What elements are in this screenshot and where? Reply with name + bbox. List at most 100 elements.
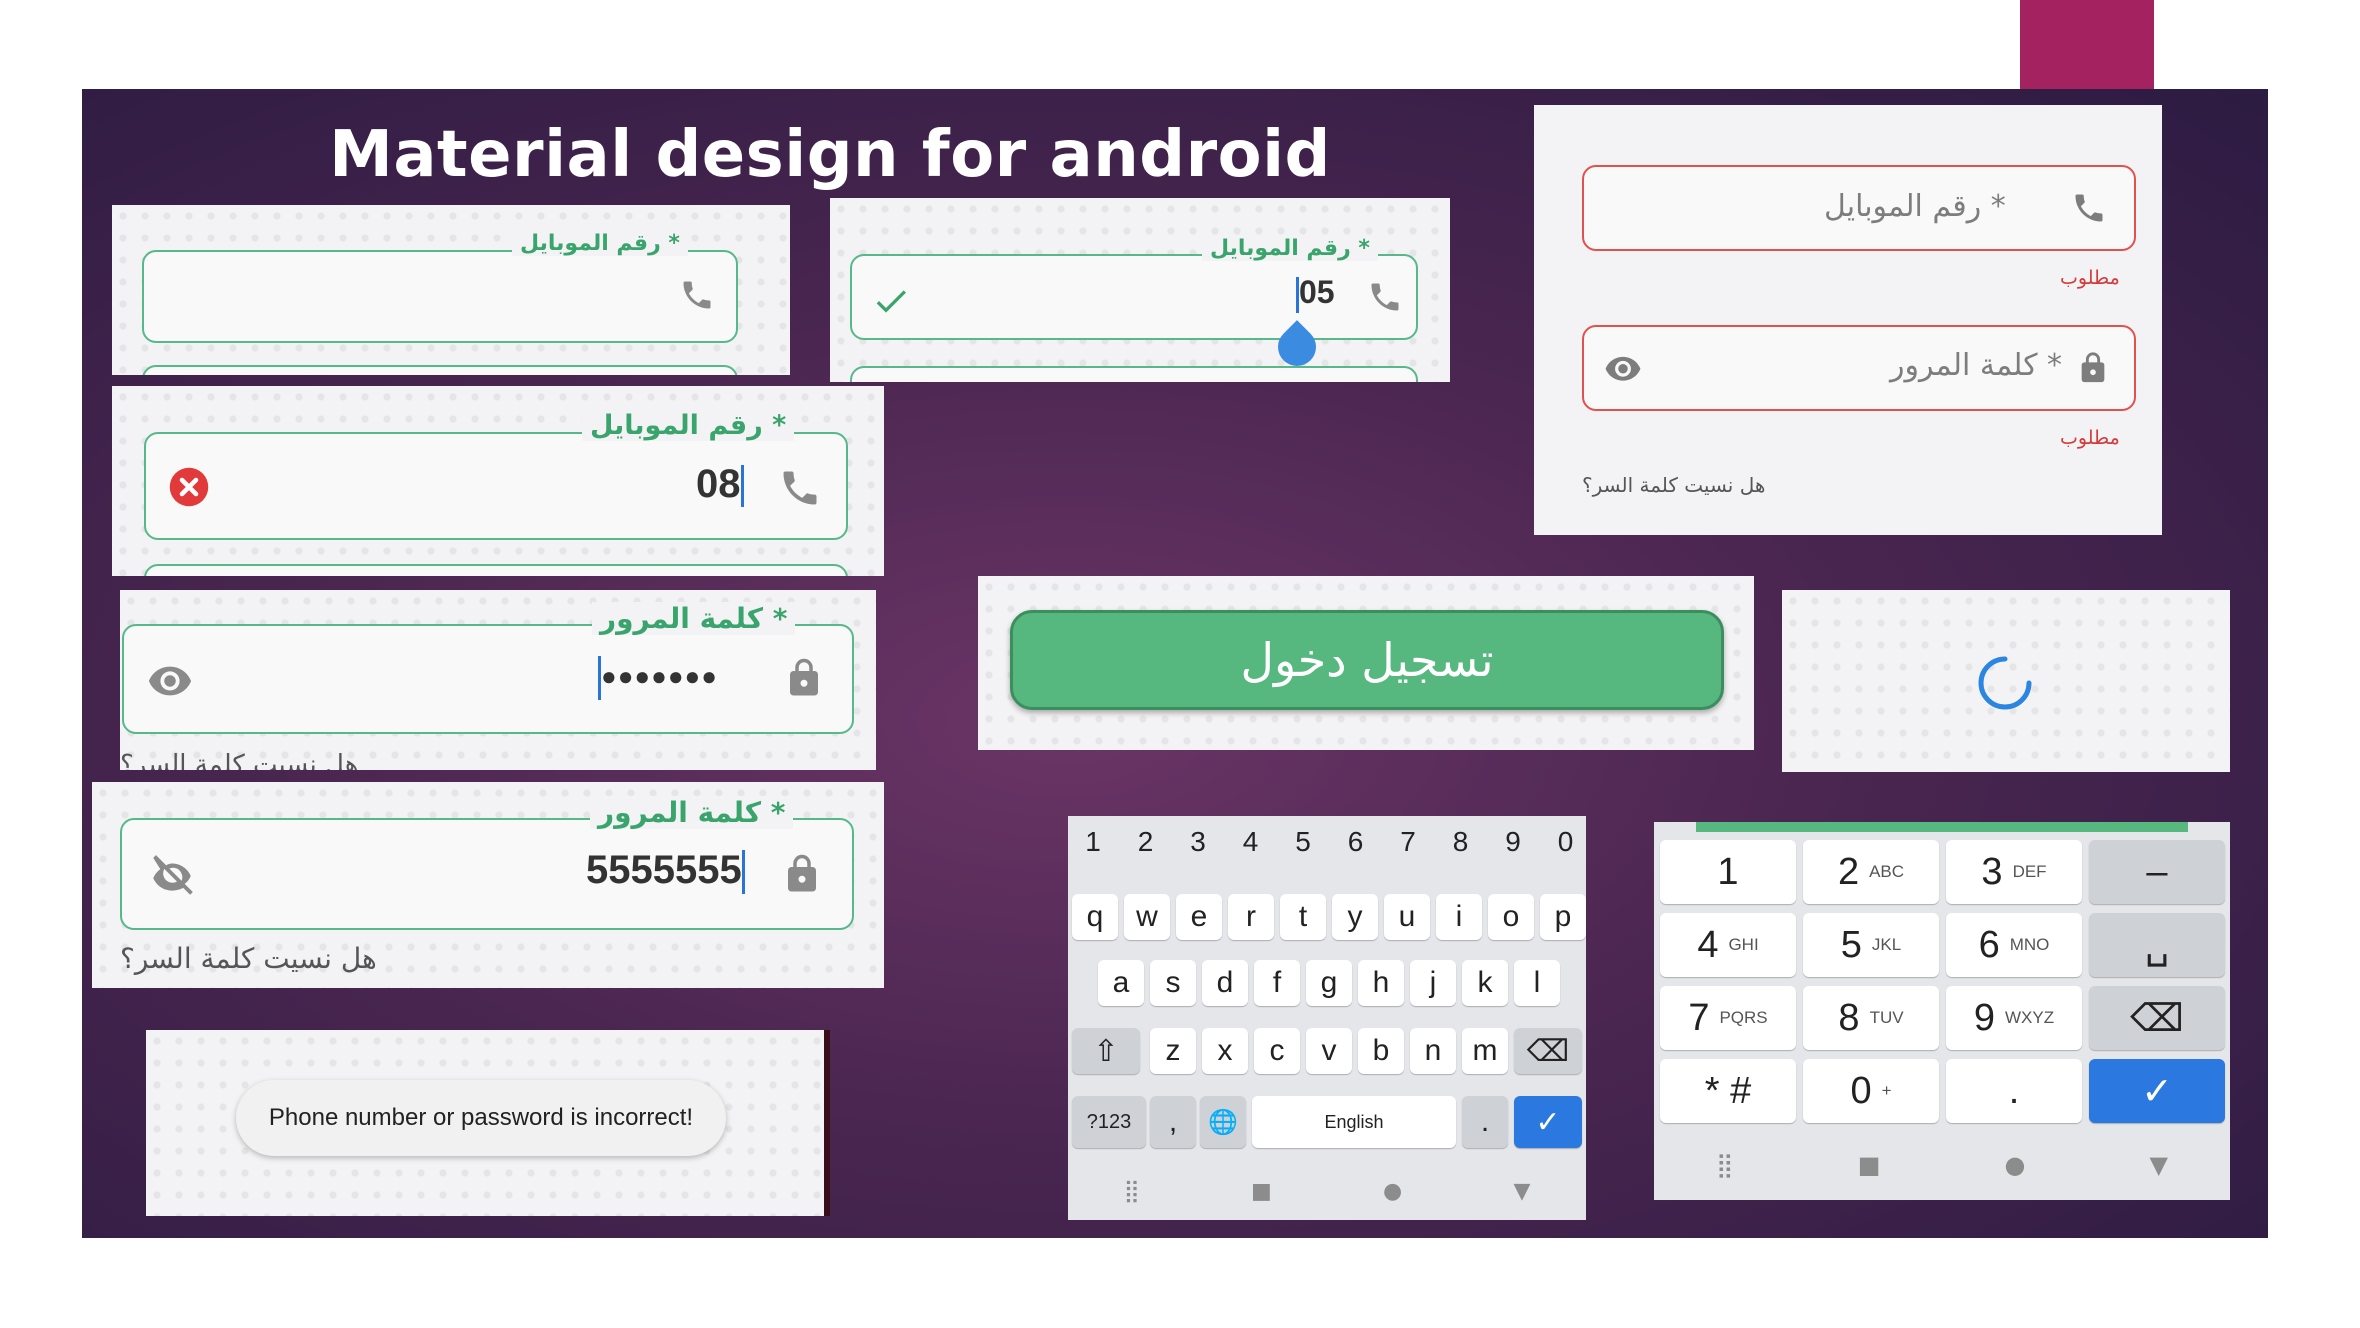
numpad-key[interactable]: 6 MNO [1946, 913, 2082, 977]
numpad-key[interactable]: 2 ABC [1803, 840, 1939, 904]
password-hidden-input[interactable] [122, 624, 854, 734]
numeric-keypad: 1 2 ABC 3 DEF – 4 GHI 5 JKL 6 MNO ␣ 7 PQRS 8 TUV 9 WXYZ ⌫ * … [1654, 822, 2230, 1200]
letter-key[interactable]: z [1150, 1028, 1196, 1074]
shift-key-icon[interactable]: ⇧ [1072, 1028, 1140, 1074]
symbols-key[interactable]: ?123 [1072, 1096, 1146, 1148]
required-form-card: * رقم الموبايل مطلوب * كلمة المرور مطلوب… [1534, 105, 2162, 535]
letter-key[interactable]: e [1176, 894, 1222, 940]
backspace-key-icon[interactable]: ⌫ [2089, 986, 2225, 1050]
letter-key[interactable]: k [1462, 960, 1508, 1006]
letter-key[interactable]: g [1306, 960, 1352, 1006]
numpad-key[interactable]: 4 GHI [1660, 913, 1796, 977]
letter-key[interactable]: x [1202, 1028, 1248, 1074]
forgot-password-link[interactable]: هل نسيت كلمة السر؟ [120, 942, 377, 975]
password-hidden-value: ●●●●●●● [598, 656, 718, 700]
home-icon[interactable]: ● [2004, 1151, 2025, 1179]
phone-error-value: 08 [696, 462, 744, 508]
phone-field-card: * رقم الموبايل [112, 205, 790, 375]
numpad-key[interactable]: * # [1660, 1059, 1796, 1123]
space-key[interactable]: English [1252, 1096, 1456, 1148]
system-nav-bar: ⣿ ■ ● ▼ [1654, 1140, 2230, 1190]
letter-key[interactable]: j [1410, 960, 1456, 1006]
keyboard-hide-icon[interactable]: ⣿ [1716, 1151, 1734, 1179]
letter-key[interactable]: p [1540, 894, 1586, 940]
space-key-icon[interactable]: ␣ [2089, 913, 2225, 977]
numpad-key[interactable]: 1 [1660, 840, 1796, 904]
password-hidden-label: * كلمة المرور [592, 602, 796, 635]
password-visible-value: 5555555 [586, 848, 745, 895]
back-icon[interactable]: ▼ [2149, 1151, 2167, 1179]
numpad-key[interactable]: . [1946, 1059, 2082, 1123]
letter-key[interactable]: f [1254, 960, 1300, 1006]
number-key[interactable]: 4 [1234, 826, 1268, 858]
numpad-key[interactable]: 5 JKL [1803, 913, 1939, 977]
next-field-edge [850, 366, 1418, 382]
number-key[interactable]: 0 [1549, 826, 1583, 858]
numpad-key[interactable]: 7 PQRS [1660, 986, 1796, 1050]
qwerty-keyboard: 1 2 3 4 5 6 7 8 9 0 q w e r t y u i o p a s d f g h j k l ⇧ z x c v b n m ⌫ ?1… [1068, 816, 1586, 1220]
number-key[interactable]: 9 [1496, 826, 1530, 858]
number-key[interactable]: 1 [1076, 826, 1110, 858]
letter-key[interactable]: o [1488, 894, 1534, 940]
back-icon[interactable]: ▼ [1513, 1179, 1530, 1204]
letter-key[interactable]: i [1436, 894, 1482, 940]
letter-key[interactable]: r [1228, 894, 1274, 940]
number-key[interactable]: 2 [1129, 826, 1163, 858]
letter-key[interactable]: s [1150, 960, 1196, 1006]
recent-apps-icon[interactable]: ■ [1858, 1151, 1881, 1179]
password-required-placeholder: * كلمة المرور [1890, 348, 2063, 383]
letter-key[interactable]: l [1514, 960, 1560, 1006]
letter-key[interactable]: b [1358, 1028, 1404, 1074]
letter-key[interactable]: c [1254, 1028, 1300, 1074]
number-key[interactable]: 7 [1391, 826, 1425, 858]
letter-key[interactable]: d [1202, 960, 1248, 1006]
period-key[interactable]: . [1462, 1096, 1508, 1148]
phone-required-placeholder: * رقم الموبايل [1824, 189, 2006, 224]
home-icon[interactable]: ● [1383, 1179, 1402, 1204]
recent-apps-icon[interactable]: ■ [1251, 1179, 1272, 1204]
numpad-key[interactable]: 9 WXYZ [1946, 986, 2082, 1050]
phone-valid-value: 05 [1296, 274, 1335, 313]
password-required-error: مطلوب [2060, 427, 2120, 449]
loading-spinner-icon [1972, 650, 2038, 716]
letter-key[interactable]: n [1410, 1028, 1456, 1074]
phone-input[interactable] [142, 250, 738, 343]
letter-key[interactable]: t [1280, 894, 1326, 940]
number-key[interactable]: 8 [1444, 826, 1478, 858]
forgot-password-link[interactable]: هل نسيت كلمة السر؟ [120, 750, 358, 770]
letter-key[interactable]: w [1124, 894, 1170, 940]
numpad-key[interactable]: 3 DEF [1946, 840, 2082, 904]
enter-key-icon[interactable]: ✓ [2089, 1059, 2225, 1123]
enter-key-icon[interactable]: ✓ [1514, 1096, 1582, 1148]
numpad-key[interactable]: 8 TUV [1803, 986, 1939, 1050]
number-key[interactable]: 5 [1286, 826, 1320, 858]
password-hidden-card: * كلمة المرور ●●●●●●● هل نسيت كلمة السر؟ [120, 590, 876, 770]
numpad-key[interactable]: 0 + [1803, 1059, 1939, 1123]
card-edge [824, 1030, 830, 1216]
eye-off-icon[interactable] [142, 846, 202, 906]
letter-key[interactable]: v [1306, 1028, 1352, 1074]
phone-icon [672, 270, 722, 320]
letter-key[interactable]: m [1462, 1028, 1508, 1074]
forgot-password-link[interactable]: هل نسيت كلمة السر؟ [1582, 473, 1765, 497]
letter-key[interactable]: u [1384, 894, 1430, 940]
number-key[interactable]: 6 [1339, 826, 1373, 858]
minus-key[interactable]: – [2089, 840, 2225, 904]
login-button[interactable]: تسجيل دخول [1010, 610, 1724, 710]
letter-key[interactable]: h [1358, 960, 1404, 1006]
number-key[interactable]: 3 [1181, 826, 1215, 858]
system-nav-bar: ⣿ ■ ● ▼ [1068, 1168, 1586, 1214]
toast-card: Phone number or password is incorrect! [146, 1030, 830, 1216]
keyboard-hide-icon[interactable]: ⣿ [1124, 1179, 1140, 1204]
letter-key[interactable]: q [1072, 894, 1118, 940]
error-icon [164, 462, 214, 512]
comma-key[interactable]: , [1150, 1096, 1196, 1148]
letter-key[interactable]: a [1098, 960, 1144, 1006]
eye-icon[interactable] [1598, 343, 1648, 393]
phone-valid-label: * رقم الموبايل [1202, 236, 1378, 261]
phone-input-label: * رقم الموبايل [512, 231, 688, 256]
backspace-key-icon[interactable]: ⌫ [1514, 1028, 1582, 1074]
globe-key-icon[interactable]: 🌐 [1200, 1096, 1246, 1148]
eye-icon[interactable] [142, 652, 198, 708]
letter-key[interactable]: y [1332, 894, 1378, 940]
